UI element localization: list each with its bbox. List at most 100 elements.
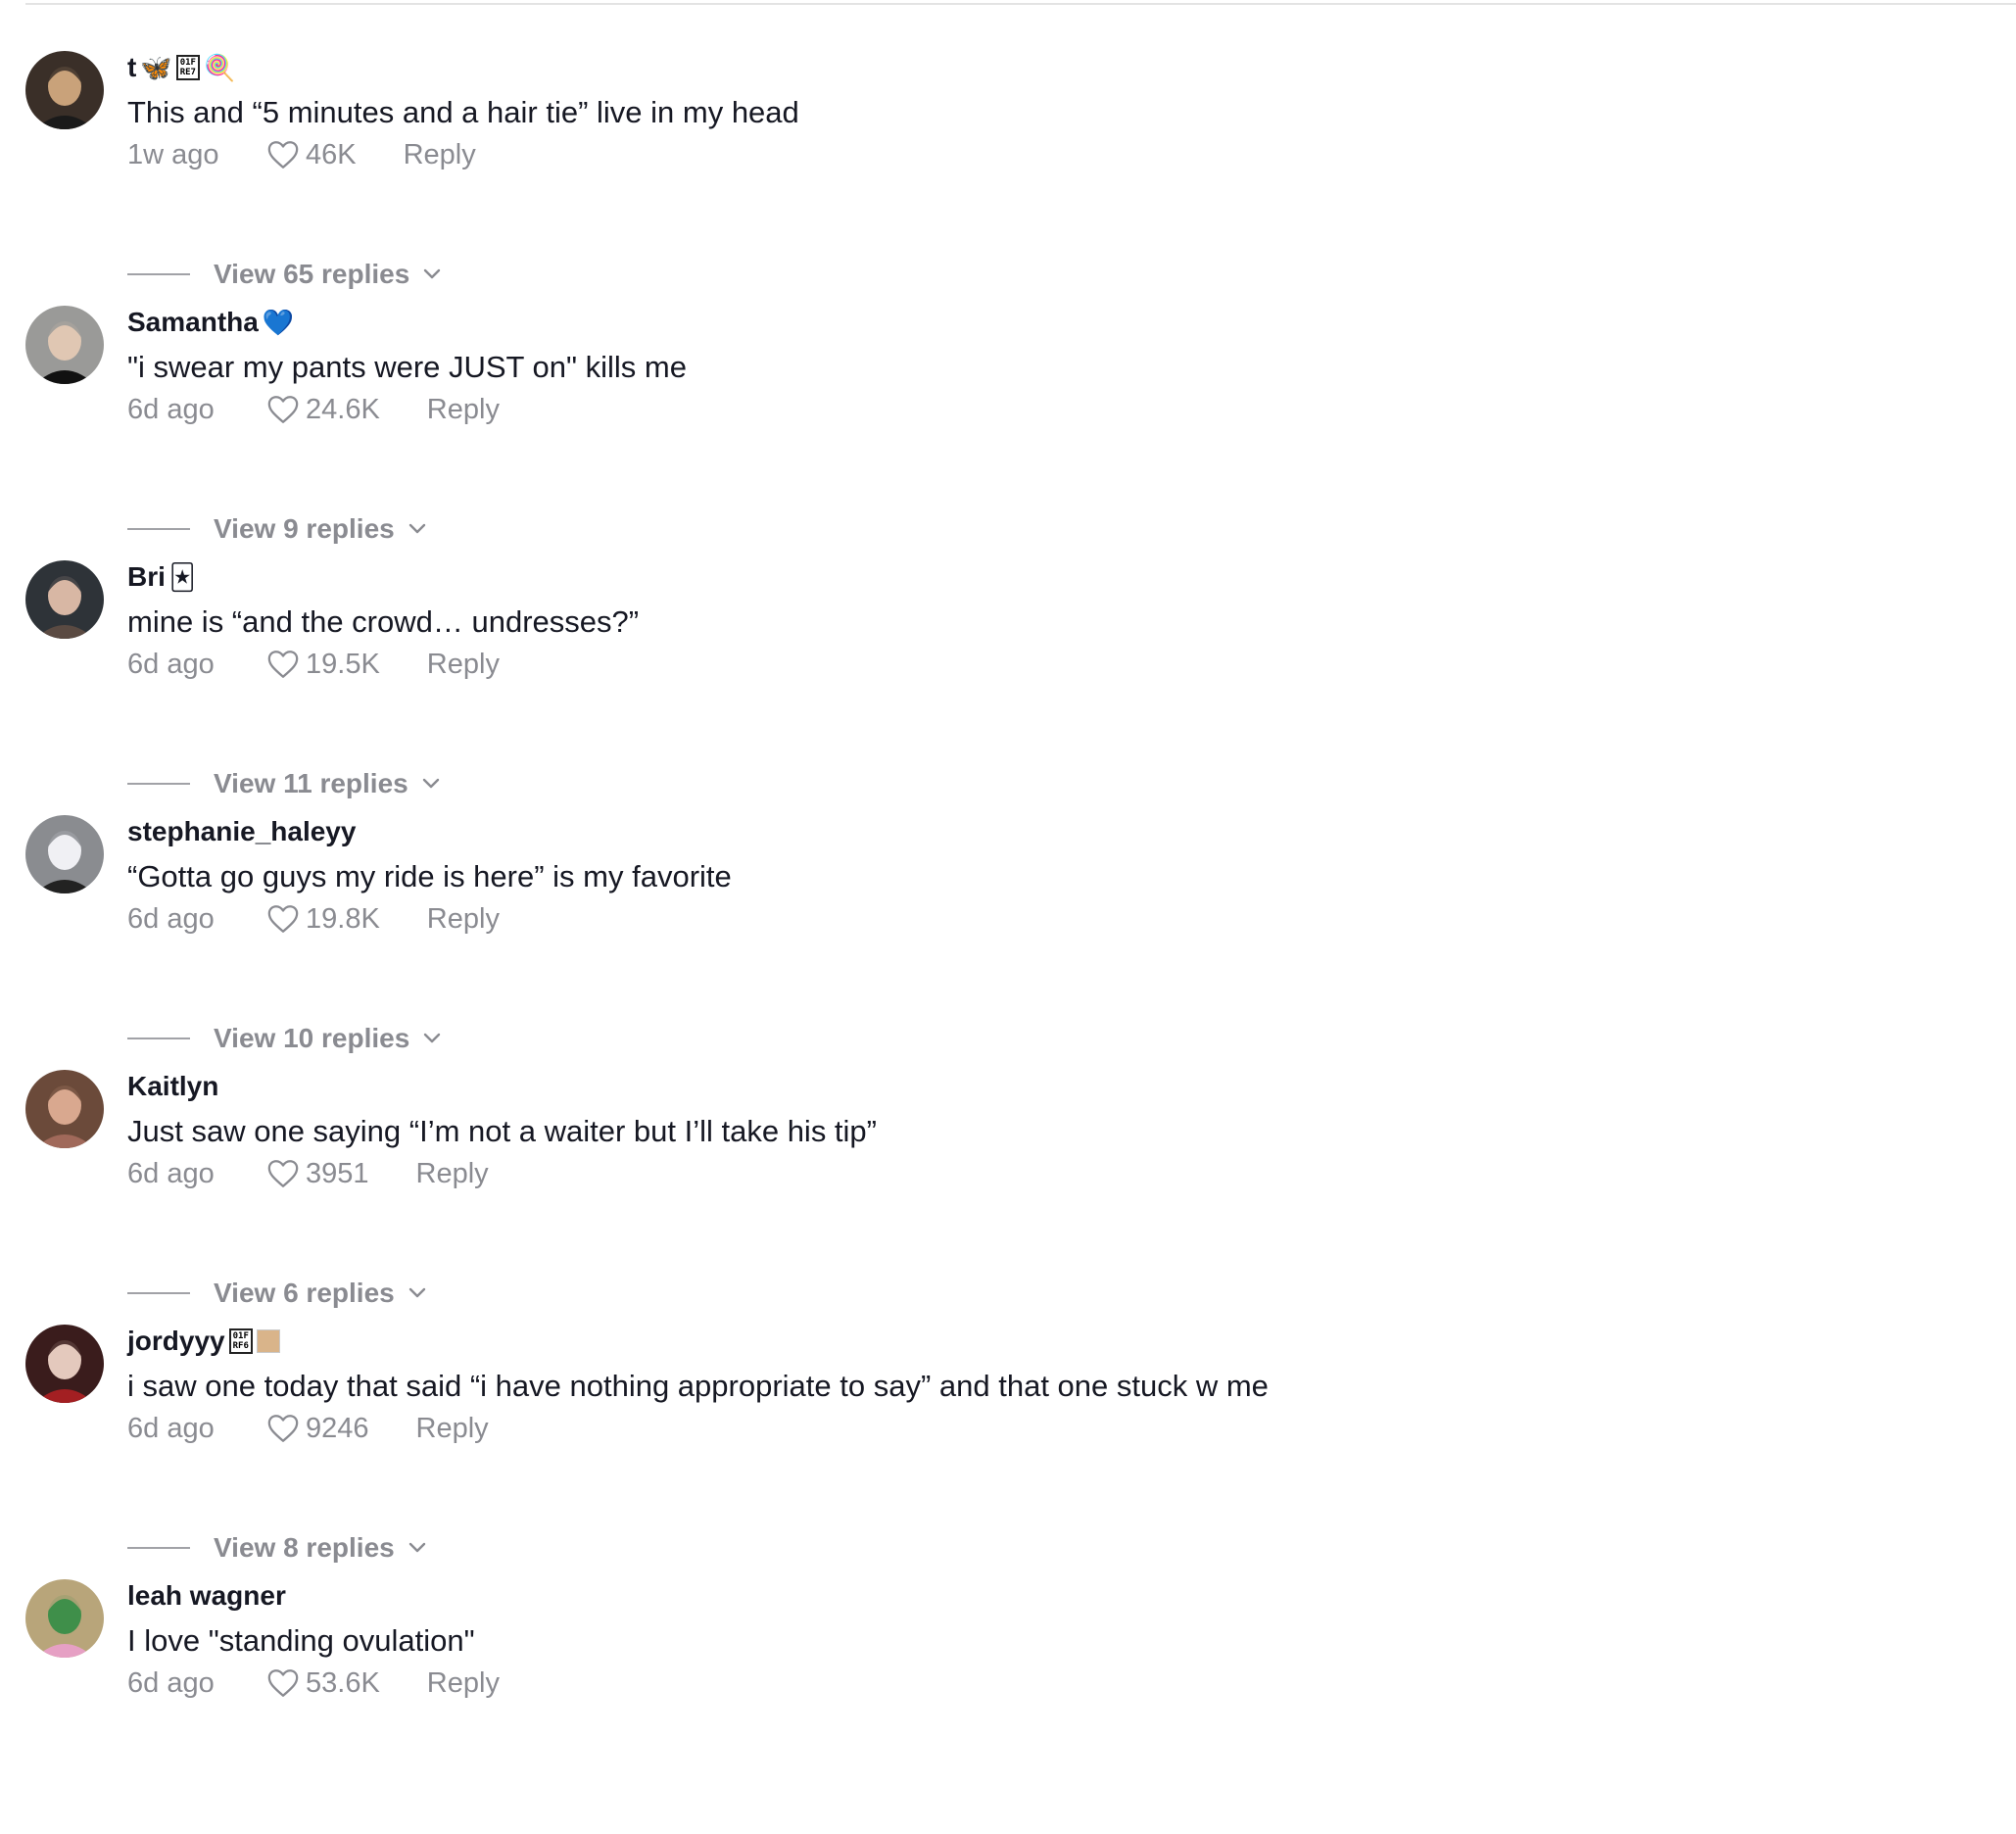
avatar[interactable]: [25, 1325, 104, 1403]
avatar-image: [25, 1579, 104, 1658]
chevron-down-icon: [424, 268, 441, 279]
unknown-glyph-box-icon: 01F RE7: [175, 55, 200, 80]
avatar[interactable]: [25, 1579, 104, 1658]
comment-text: "i swear my pants were JUST on" kills me: [127, 350, 687, 384]
unknown-glyph-box-icon: 01F RF6: [228, 1328, 253, 1354]
heart-icon: [267, 651, 299, 678]
like-count: 53.6K: [306, 1667, 380, 1699]
chevron-down-icon: [408, 1542, 425, 1553]
chevron-down-icon: [422, 778, 439, 789]
chevron-down-icon: [408, 1287, 425, 1298]
like-button[interactable]: 9246: [266, 1411, 369, 1446]
timestamp: 6d ago: [127, 903, 215, 935]
username-link[interactable]: stephanie_haleyy: [127, 815, 732, 848]
view-replies-button[interactable]: View 8 replies: [127, 1532, 426, 1564]
like-button[interactable]: 3951: [266, 1156, 369, 1191]
username: Samantha: [127, 307, 259, 337]
avatar-image: [25, 51, 104, 129]
username-link[interactable]: Kaitlyn: [127, 1070, 877, 1103]
comment-body: t 🦋 01F RE7 🍭 This and “5 minutes and a hair…: [127, 51, 799, 172]
comment-text: I love "standing ovulation": [127, 1623, 475, 1658]
butterfly-emoji-icon: 🦋: [140, 53, 172, 82]
heart-icon: [267, 1669, 299, 1697]
view-replies-button[interactable]: View 6 replies: [127, 1278, 426, 1309]
like-count: 24.6K: [306, 394, 380, 425]
lollipop-emoji-icon: 🍭: [203, 53, 236, 82]
like-count: 9246: [306, 1413, 369, 1444]
username: Kaitlyn: [127, 1071, 219, 1101]
comment-text: i saw one today that said “i have nothin…: [127, 1369, 1269, 1403]
reply-button[interactable]: Reply: [416, 1156, 489, 1191]
avatar[interactable]: [25, 815, 104, 893]
comment-text: mine is “and the crowd… undresses?”: [127, 604, 640, 639]
avatar[interactable]: [25, 306, 104, 384]
view-replies-button[interactable]: View 9 replies: [127, 513, 426, 545]
blue-heart-emoji-icon: 💙: [262, 308, 295, 337]
like-count: 19.8K: [306, 903, 380, 935]
reply-button[interactable]: Reply: [427, 392, 500, 427]
replies-divider: [127, 1292, 190, 1294]
username-link[interactable]: leah wagner: [127, 1579, 500, 1613]
comment-body: leah wagner I love "standing ovulation" 6d…: [127, 1579, 500, 1701]
comment-meta: 6d ago 19.5K Reply: [127, 647, 639, 682]
username: stephanie_haleyy: [127, 816, 357, 846]
replies-divider: [127, 273, 190, 275]
reply-button[interactable]: Reply: [427, 901, 500, 937]
view-replies-label: View 6 replies: [214, 1278, 395, 1308]
username: Bri: [127, 561, 166, 592]
username-link[interactable]: t 🦋 01F RE7 🍭: [127, 51, 799, 84]
view-replies-button[interactable]: View 11 replies: [127, 768, 440, 799]
comment-item: Bri 🃏 mine is “and the crowd… undresses?” 6…: [0, 560, 1959, 815]
replies-divider: [127, 783, 190, 785]
like-count: 3951: [306, 1158, 369, 1189]
replies-divider: [127, 528, 190, 530]
replies-divider: [127, 1547, 190, 1549]
avatar-image: [25, 1325, 104, 1403]
view-replies-label: View 10 replies: [214, 1023, 410, 1053]
view-replies-button[interactable]: View 65 replies: [127, 259, 441, 290]
comment-meta: 6d ago 24.6K Reply: [127, 392, 687, 427]
reply-button[interactable]: Reply: [416, 1411, 489, 1446]
like-button[interactable]: 19.5K: [266, 647, 380, 682]
comment-meta: 6d ago 53.6K Reply: [127, 1665, 500, 1701]
reply-button[interactable]: Reply: [404, 137, 476, 172]
username: jordyyy: [127, 1326, 225, 1356]
heart-icon: [267, 141, 299, 169]
comment-text: Just saw one saying “I’m not a waiter bu…: [127, 1114, 877, 1148]
comment-body: stephanie_haleyy “Gotta go guys my ride i…: [127, 815, 732, 937]
avatar[interactable]: [25, 51, 104, 129]
view-replies-button[interactable]: View 10 replies: [127, 1023, 441, 1054]
comment-text: This and “5 minutes and a hair tie” live…: [127, 95, 799, 129]
heart-icon: [267, 1160, 299, 1187]
username-link[interactable]: jordyyy 01F RF6: [127, 1325, 1269, 1358]
heart-icon: [267, 905, 299, 933]
top-divider: [25, 3, 2016, 5]
comment-body: Bri 🃏 mine is “and the crowd… undresses?” 6…: [127, 560, 639, 682]
username-link[interactable]: Bri 🃏: [127, 560, 639, 594]
comment-meta: 6d ago 9246 Reply: [127, 1411, 1269, 1446]
timestamp: 1w ago: [127, 139, 219, 170]
timestamp: 6d ago: [127, 1158, 215, 1189]
comment-body: Kaitlyn Just saw one saying “I’m not a wa…: [127, 1070, 877, 1191]
like-button[interactable]: 53.6K: [266, 1665, 380, 1701]
view-replies-label: View 9 replies: [214, 513, 395, 544]
chevron-down-icon: [424, 1033, 441, 1043]
username-link[interactable]: Samantha 💙: [127, 306, 687, 339]
comment-meta: 6d ago 19.8K Reply: [127, 901, 732, 937]
avatar-image: [25, 815, 104, 893]
like-button[interactable]: 19.8K: [266, 901, 380, 937]
timestamp: 6d ago: [127, 1413, 215, 1444]
timestamp: 6d ago: [127, 649, 215, 680]
username: leah wagner: [127, 1580, 286, 1611]
heart-icon: [267, 1415, 299, 1442]
avatar-image: [25, 560, 104, 639]
avatar-image: [25, 1070, 104, 1148]
like-button[interactable]: 46K: [266, 137, 357, 172]
like-button[interactable]: 24.6K: [266, 392, 380, 427]
avatar[interactable]: [25, 560, 104, 639]
view-replies-label: View 11 replies: [214, 768, 408, 798]
comment-item: stephanie_haleyy “Gotta go guys my ride i…: [0, 815, 1959, 1070]
avatar[interactable]: [25, 1070, 104, 1148]
reply-button[interactable]: Reply: [427, 1665, 500, 1701]
reply-button[interactable]: Reply: [427, 647, 500, 682]
